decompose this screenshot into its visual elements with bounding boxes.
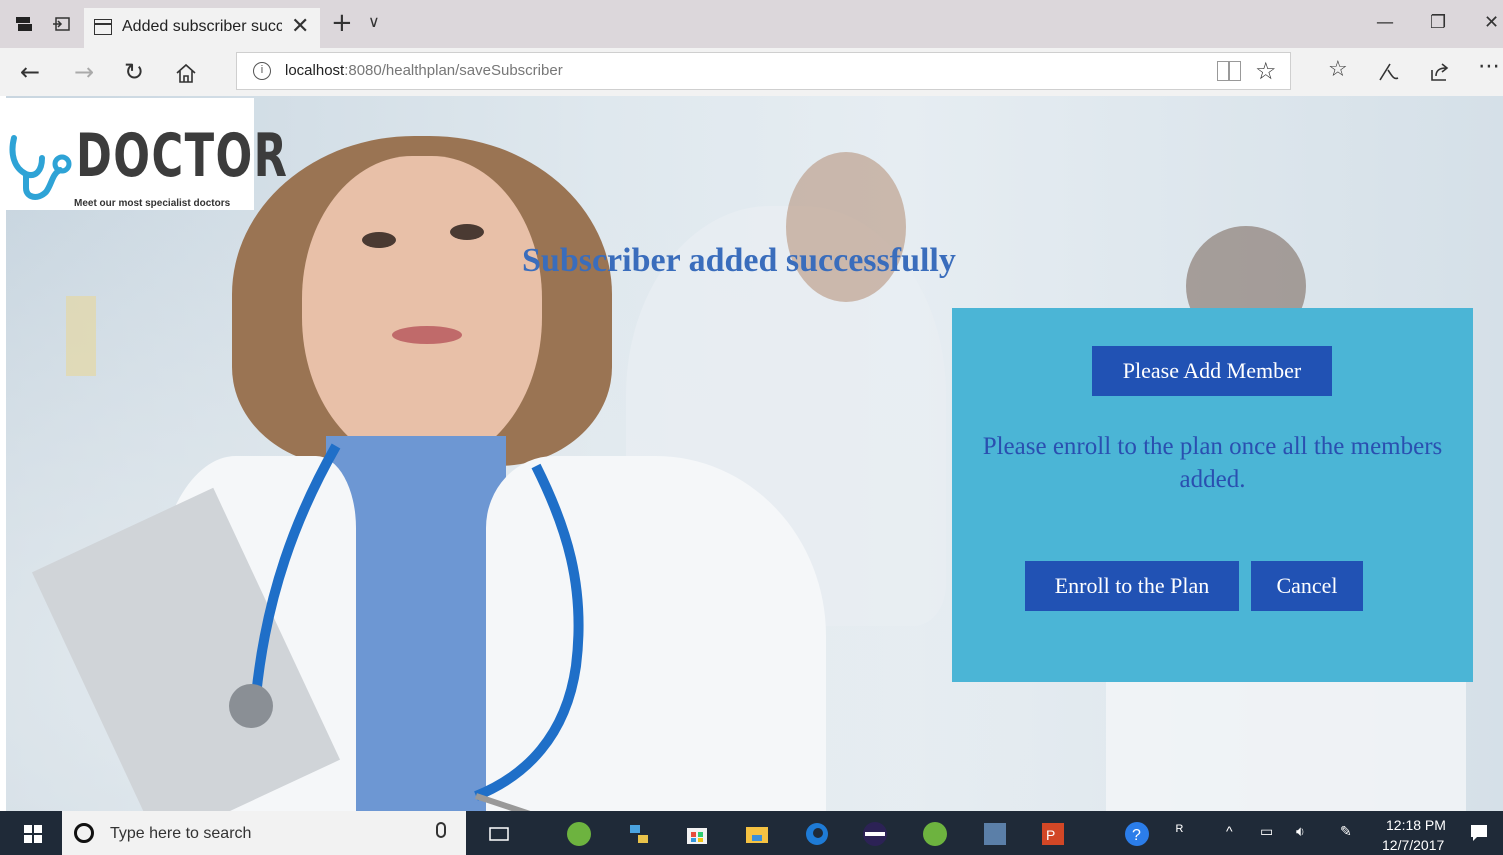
tab-list-chevron-icon[interactable]: ∨	[368, 12, 380, 31]
set-tabs-aside-icon[interactable]	[52, 14, 72, 34]
active-tab[interactable]: Added subscriber succe ✕	[84, 8, 320, 48]
cortana-icon[interactable]	[74, 823, 94, 843]
refresh-icon[interactable]: ↻	[124, 58, 144, 86]
restore-icon[interactable]: ❐	[1430, 12, 1446, 33]
new-tab-icon[interactable]: +	[331, 8, 353, 38]
enroll-instruction-text: Please enroll to the plan once all the m…	[982, 433, 1443, 493]
tab-title: Added subscriber succe	[122, 18, 282, 35]
pen-ink-icon[interactable]: ✎	[1340, 823, 1352, 840]
page-icon	[94, 19, 112, 35]
url-text[interactable]: localhost:8080/healthplan/saveSubscriber	[285, 62, 563, 79]
task-view-icon[interactable]	[486, 821, 512, 847]
doctor-left-eye	[362, 232, 396, 248]
store-icon[interactable]	[684, 821, 710, 847]
spring-tool-icon[interactable]	[566, 821, 592, 847]
address-bar[interactable]: i localhost:8080/healthplan/saveSubscrib…	[236, 52, 1291, 90]
tab-close-icon[interactable]: ✕	[291, 14, 309, 39]
tray-overflow-chevron-icon[interactable]: ^	[1226, 823, 1233, 839]
help-icon[interactable]: ?	[1124, 821, 1150, 847]
doctor-right-eye	[450, 224, 484, 240]
action-center-icon[interactable]	[1468, 822, 1490, 844]
browser-toolbar: ← → ↻ i localhost:8080/healthplan/saveSu…	[0, 48, 1503, 96]
site-info-icon[interactable]: i	[253, 62, 271, 80]
windows-taskbar: Type here to search P ? ᴿ ^ ▭ 🔉︎ ✎ 12:18…	[0, 811, 1503, 855]
logo-tagline: Meet our most specialist doctors	[74, 198, 231, 209]
next-steps-panel: Please Add Member Please enroll to the p…	[952, 308, 1473, 682]
minimize-icon[interactable]: —	[1376, 12, 1394, 33]
doctor-face	[302, 156, 542, 466]
tab-actions-icon[interactable]	[14, 14, 34, 34]
svg-text:?: ?	[1132, 827, 1141, 844]
favorite-star-icon[interactable]: ☆	[1255, 57, 1277, 85]
network-app-icon[interactable]	[626, 821, 652, 847]
eclipse-icon[interactable]	[862, 821, 888, 847]
logo-wordmark: DOCTOR	[76, 121, 289, 191]
taskbar-search-box[interactable]: Type here to search	[62, 811, 466, 855]
add-member-button[interactable]: Please Add Member	[1092, 346, 1332, 396]
windows-start-icon[interactable]	[24, 825, 42, 843]
close-window-icon[interactable]: ✕	[1484, 12, 1499, 33]
back-icon[interactable]: ←	[20, 58, 40, 86]
success-message: Subscriber added successfully	[522, 242, 956, 279]
web-note-pen-icon[interactable]	[1376, 60, 1400, 84]
doctor-logo[interactable]: DOCTOR Meet our most specialist doctors	[6, 98, 287, 210]
file-explorer-icon[interactable]	[744, 821, 770, 847]
mysql-workbench-icon[interactable]	[982, 821, 1008, 847]
forward-icon[interactable]: →	[74, 58, 94, 86]
battery-icon[interactable]: ▭	[1260, 823, 1273, 840]
clock-date[interactable]: 12/7/2017	[1382, 837, 1444, 853]
favorites-list-icon[interactable]: ☆	[1328, 57, 1348, 82]
home-icon[interactable]	[174, 62, 198, 84]
stethoscope-logo-icon	[9, 135, 72, 200]
url-path: :8080/healthplan/saveSubscriber	[344, 62, 563, 79]
svg-text:P: P	[1046, 827, 1055, 843]
clock-time[interactable]: 12:18 PM	[1386, 817, 1446, 833]
url-host: localhost	[285, 62, 345, 79]
enroll-plan-button[interactable]: Enroll to the Plan	[1025, 561, 1239, 611]
powerpoint-icon[interactable]: P	[1040, 821, 1066, 847]
reading-view-icon[interactable]	[1217, 61, 1241, 81]
volume-icon[interactable]: 🔉︎	[1296, 823, 1305, 840]
more-options-icon[interactable]: ⋯	[1478, 54, 1500, 79]
doctor-mouth	[392, 326, 462, 344]
cancel-button[interactable]: Cancel	[1251, 561, 1363, 611]
microphone-icon[interactable]	[436, 822, 446, 838]
stethoscope-graphic	[229, 443, 584, 811]
search-placeholder: Type here to search	[110, 825, 252, 842]
browser-tab-strip: Added subscriber succe ✕ + ∨ — ❐ ✕	[0, 0, 1503, 48]
page-viewport: DOCTOR Meet our most specialist doctors …	[6, 96, 1503, 811]
background-bottle	[66, 296, 96, 376]
share-icon[interactable]	[1428, 60, 1452, 84]
edge-browser-icon[interactable]	[804, 821, 830, 847]
people-icon[interactable]: ᴿ	[1176, 823, 1183, 841]
spring-tool-icon-2[interactable]	[922, 821, 948, 847]
